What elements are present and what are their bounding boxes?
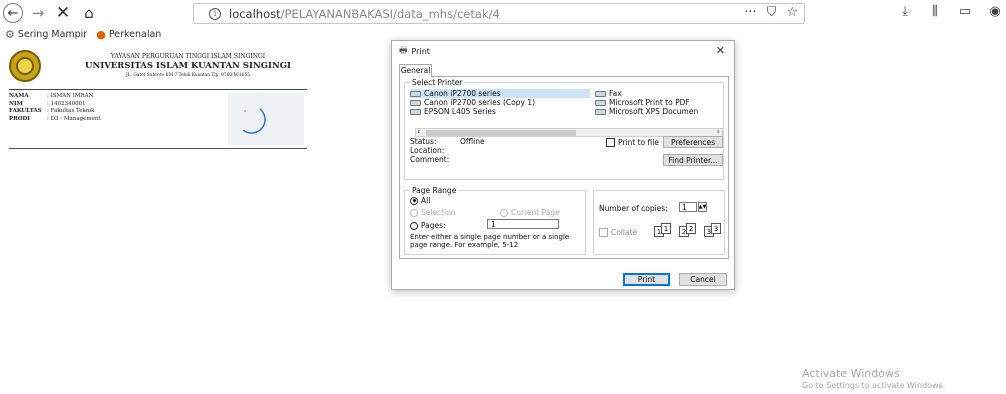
back-button[interactable]: ← [3, 3, 23, 23]
url-bar[interactable]: i localhost/PELAYANANBAKASI/data_mhs/cet… [193, 3, 805, 24]
print-button[interactable]: Print [623, 273, 670, 286]
forward-button[interactable]: → [28, 3, 48, 23]
divider [9, 89, 307, 90]
range-selection-radio[interactable]: Selection [410, 208, 456, 217]
url-host: localhost [229, 6, 281, 21]
bookmark-label: Perkenalan [108, 29, 162, 40]
printer-item[interactable]: Microsoft Print to PDF [595, 98, 690, 107]
university-address: JL. Gatot Subroto KM 7 Teluk Kuantan Tlp… [126, 73, 250, 78]
radio-button[interactable] [410, 221, 418, 230]
activate-windows-watermark: Activate Windows Go to Settings to activ… [802, 367, 945, 390]
home-icon: ⌂ [84, 4, 94, 22]
group-title: Select Printer [410, 78, 465, 87]
dialog-body: Select Printer Canon iP2700 series Canon… [399, 76, 729, 259]
range-pages-radio[interactable]: Pages: [410, 221, 446, 230]
printer-item[interactable]: Canon iP2700 series [410, 89, 590, 98]
range-current-page-radio[interactable]: Current Page [500, 208, 560, 217]
firefox-icon: ● [96, 28, 106, 41]
printer-icon [595, 108, 606, 115]
watermark-title: Activate Windows [802, 367, 900, 380]
comment-label: Comment: [410, 155, 450, 164]
scrollbar-thumb[interactable] [426, 130, 576, 136]
loading-spinner-icon [242, 108, 266, 134]
bookmark-sering-mampir[interactable]: ⚙ Sering Mampir [5, 28, 87, 41]
printer-icon: 🖶 [399, 46, 408, 56]
printer-item[interactable]: Microsoft XPS Documen [595, 107, 698, 116]
printer-icon [410, 90, 421, 97]
chevron-right-icon[interactable]: › [717, 127, 720, 136]
gear-icon: ⚙ [5, 28, 15, 41]
group-title: Page Range [410, 186, 459, 195]
copies-label: Number of copies: [599, 204, 668, 213]
page-actions-icon[interactable]: ··· [744, 5, 756, 20]
status-value: Offline [460, 137, 485, 146]
info-row: FAKULTAS: Fakultas Teknik [9, 108, 95, 114]
close-icon[interactable]: ✕ [716, 44, 725, 57]
dialog-titlebar[interactable]: 🖶 Print ✕ [392, 41, 734, 61]
collate-checkbox[interactable]: Collate [599, 228, 637, 237]
print-dialog: 🖶 Print ✕ General Select Printer Canon i… [391, 40, 735, 290]
printer-icon [410, 99, 421, 106]
copies-input[interactable]: 1 [679, 202, 697, 212]
divider [9, 148, 307, 149]
tab-general[interactable]: General [399, 64, 432, 77]
find-printer-button[interactable]: Find Printer... [663, 154, 723, 166]
radio-button[interactable] [410, 196, 418, 205]
arrow-left-icon: ← [7, 5, 19, 21]
printer-icon [595, 99, 606, 106]
bookmark-perkenalan[interactable]: ● Perkenalan [96, 28, 161, 41]
printer-item[interactable]: Canon iP2700 series (Copy 1) [410, 98, 535, 107]
url-text[interactable]: localhost/PELAYANANBAKASI/data_mhs/cetak… [229, 7, 500, 21]
chevron-left-icon[interactable]: ‹ [417, 127, 420, 136]
download-icon[interactable]: ⤓ [898, 4, 912, 19]
radio-button[interactable] [500, 208, 508, 217]
copies-stepper[interactable]: ▲▼ [698, 202, 707, 212]
dialog-title: Print [411, 46, 430, 56]
collate-illustration: 11 22 33 [654, 223, 726, 237]
arrow-right-icon: → [31, 4, 45, 22]
info-row: NAMA: ISMAN IMRAN [9, 93, 94, 99]
watermark-subtitle: Go to Settings to activate Windows. [802, 381, 946, 390]
url-path: /PELAYANANBAKASI/data_mhs/cetak/4 [280, 6, 500, 21]
university-name: UNIVERSITAS ISLAM KUANTAN SINGINGI [85, 61, 291, 71]
copies-group: Number of copies: 1 ▲▼ Collate 11 22 33 [593, 190, 725, 255]
range-hint: Enter either a single page number or a s… [410, 233, 570, 249]
info-row: PRODI: D3 - Management [9, 115, 101, 122]
checkbox[interactable] [599, 228, 608, 237]
star-icon[interactable]: ☆ [786, 5, 798, 20]
printer-item[interactable]: EPSON L405 Series [410, 107, 496, 116]
preferences-button[interactable]: Preferences [663, 136, 723, 148]
home-button[interactable]: ⌂ [79, 3, 99, 23]
location-label: Location: [410, 146, 445, 155]
status-label: Status: [410, 137, 437, 146]
range-all-radio[interactable]: All [410, 196, 430, 205]
radio-button[interactable] [410, 208, 418, 217]
letterhead: YAYASAN PERGURUAN TINGGI ISLAM SINGINGI … [73, 53, 303, 78]
library-icon[interactable]: ⫼ [928, 4, 942, 19]
select-printer-group: Select Printer Canon iP2700 series Canon… [404, 78, 724, 180]
pocket-icon[interactable]: ⛉ [767, 5, 777, 20]
checkbox[interactable] [606, 138, 615, 147]
bookmark-label: Sering Mampir [17, 29, 88, 40]
print-to-file-checkbox[interactable]: Print to file [606, 138, 659, 147]
fax-icon [595, 90, 606, 97]
close-icon: ✕ [55, 3, 71, 23]
info-icon[interactable]: i [209, 7, 221, 20]
pages-input[interactable]: 1 [487, 219, 559, 229]
page-range-group: Page Range All Selection Current Page Pa… [404, 186, 586, 255]
university-logo [9, 50, 41, 82]
foundation-name: YAYASAN PERGURUAN TINGGI ISLAM SINGINGI [110, 53, 266, 60]
cancel-button[interactable]: Cancel [679, 273, 727, 286]
student-info: NAMA: ISMAN IMRAN NIM: 1402340001 FAKULT… [9, 93, 101, 123]
printer-item[interactable]: Fax [595, 89, 622, 98]
browser-toolbar: ← → ✕ ⌂ i localhost/PELAYANANBAKASI/data… [0, 0, 1006, 26]
info-row: NIM: 1402340001 [9, 100, 86, 107]
printer-status: Status: Offline Location: Comment: [410, 137, 485, 164]
sidebar-icon[interactable]: ▭ [958, 4, 972, 19]
stop-button[interactable]: ✕ [53, 3, 73, 23]
account-icon[interactable]: ◉ [988, 4, 1002, 19]
printer-list[interactable]: Canon iP2700 series Canon iP2700 series … [410, 89, 723, 137]
printer-icon [410, 108, 421, 115]
